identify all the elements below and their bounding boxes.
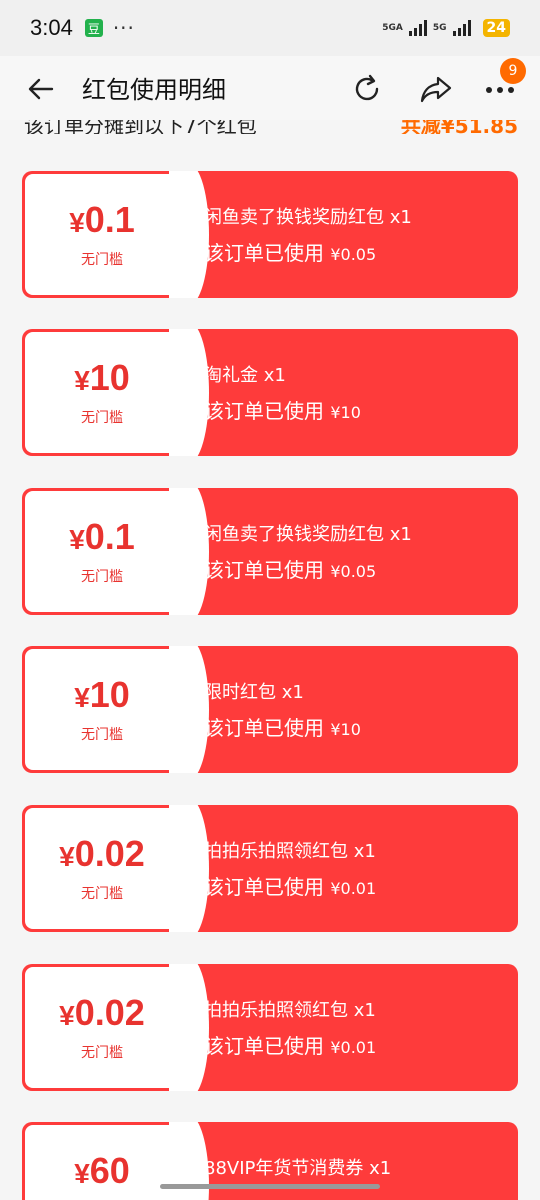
coupon-card[interactable]: ¥10 无门槛 淘礼金 x1 该订单已使用 ¥10 bbox=[22, 329, 518, 456]
coupon-card[interactable]: ¥0.1 无门槛 闲鱼卖了换钱奖励红包 x1 该订单已使用 ¥0.05 bbox=[22, 171, 518, 298]
status-bar: 3:04 豆 ··· 5GA 5G 24 bbox=[0, 0, 540, 56]
back-arrow-icon[interactable] bbox=[26, 74, 56, 104]
coupon-name: 拍拍乐拍照领红包 x1 bbox=[204, 841, 376, 862]
coupon-used: 该订单已使用 ¥0.01 bbox=[204, 875, 377, 899]
share-icon[interactable] bbox=[418, 72, 454, 106]
coupon-condition: 无门槛 bbox=[81, 569, 123, 585]
refresh-icon[interactable] bbox=[350, 72, 384, 106]
coupon-amount: ¥10 bbox=[74, 674, 130, 715]
coupon-condition: 无门槛 bbox=[81, 727, 123, 743]
coupon-used: 该订单已使用 ¥10 bbox=[204, 716, 361, 740]
page-title: 红包使用明细 bbox=[82, 76, 226, 104]
home-indicator[interactable] bbox=[160, 1184, 380, 1189]
battery-icon: 24 bbox=[482, 19, 510, 37]
coupon-used: 该订单已使用 ¥0.05 bbox=[204, 558, 377, 582]
more-notifications-icon: ··· bbox=[112, 16, 135, 40]
coupon-used: 该订单已使用 ¥0.01 bbox=[204, 1034, 377, 1058]
coupon-name: 限时红包 x1 bbox=[204, 682, 304, 703]
coupon-amount: ¥0.02 bbox=[59, 833, 145, 874]
coupon-condition: 无门槛 bbox=[81, 410, 123, 426]
summary-count-text: 该订单分摊到以下7个红包 bbox=[24, 120, 257, 134]
coupon-name: 闲鱼卖了换钱奖励红包 x1 bbox=[204, 207, 412, 228]
notification-badge: 9 bbox=[500, 58, 526, 84]
nav-header: 红包使用明细 bbox=[0, 56, 540, 120]
coupon-card[interactable]: ¥10 无门槛 限时红包 x1 该订单已使用 ¥10 bbox=[22, 646, 518, 773]
app-notification-icon: 豆 bbox=[84, 19, 103, 37]
coupon-amount: ¥0.1 bbox=[69, 199, 135, 240]
coupon-name: 拍拍乐拍照领红包 x1 bbox=[204, 1000, 376, 1021]
coupon-condition: 无门槛 bbox=[81, 886, 123, 902]
coupon-name: 淘礼金 x1 bbox=[204, 365, 286, 386]
coupon-card[interactable]: ¥0.02 无门槛 拍拍乐拍照领红包 x1 该订单已使用 ¥0.01 bbox=[22, 805, 518, 932]
coupon-used: 该订单已使用 ¥0.05 bbox=[204, 241, 377, 265]
coupon-name: 88VIP年货节消费券 x1 bbox=[204, 1158, 392, 1179]
coupon-amount: ¥0.02 bbox=[59, 992, 145, 1033]
coupon-used: 该订单已使用 ¥10 bbox=[204, 399, 361, 423]
status-time: 3:04 bbox=[30, 15, 73, 40]
coupon-name: 闲鱼卖了换钱奖励红包 x1 bbox=[204, 524, 412, 545]
coupon-amount: ¥60 bbox=[74, 1150, 130, 1191]
status-indicators: 5GA 5G 24 bbox=[382, 19, 510, 37]
signal-icon bbox=[408, 20, 427, 36]
signal-label-2: 5G bbox=[432, 23, 447, 33]
coupon-amount: ¥10 bbox=[74, 357, 130, 398]
coupon-amount: ¥0.1 bbox=[69, 516, 135, 557]
summary-bar: 该订单分摊到以下7个红包 共减¥51.85 bbox=[0, 120, 540, 134]
coupon-card[interactable]: ¥0.1 无门槛 闲鱼卖了换钱奖励红包 x1 该订单已使用 ¥0.05 bbox=[22, 488, 518, 615]
coupon-condition: 无门槛 bbox=[81, 1045, 123, 1061]
summary-total-text: 共减¥51.85 bbox=[400, 120, 518, 134]
coupon-condition: 无门槛 bbox=[81, 252, 123, 268]
signal-label-1: 5GA bbox=[382, 23, 403, 33]
signal-icon-2 bbox=[452, 20, 471, 36]
coupon-card[interactable]: ¥0.02 无门槛 拍拍乐拍照领红包 x1 该订单已使用 ¥0.01 bbox=[22, 964, 518, 1091]
